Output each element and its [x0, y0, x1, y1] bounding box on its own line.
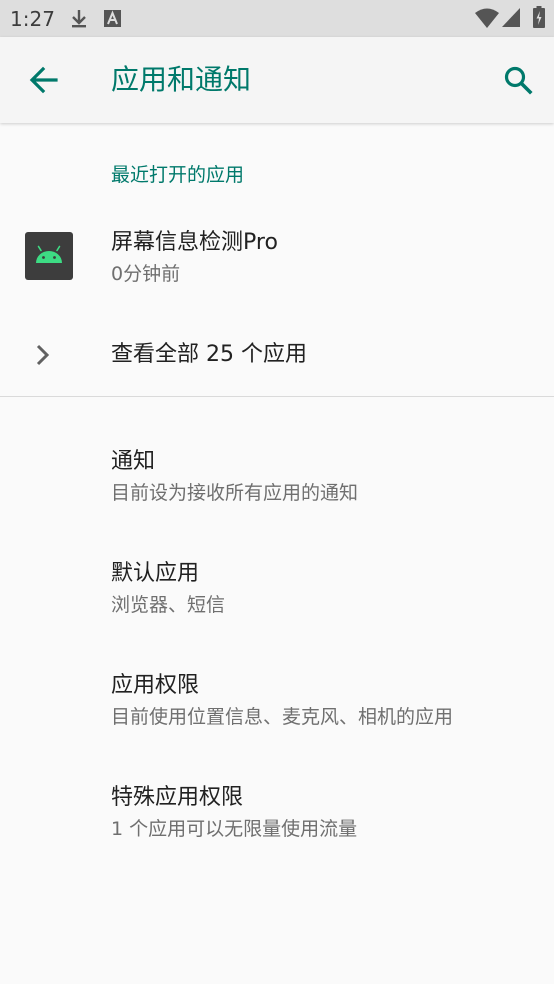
- a-box-icon: [104, 10, 121, 27]
- android-icon: [36, 245, 62, 263]
- settings-item-subtitle: 1 个应用可以无限量使用流量: [111, 818, 358, 840]
- settings-item-default-apps[interactable]: [0, 542, 554, 634]
- status-bar: 1:27: [0, 0, 554, 37]
- settings-item-special-app-access[interactable]: [0, 766, 554, 858]
- search-button[interactable]: [494, 56, 542, 104]
- wifi-icon: [475, 8, 499, 28]
- settings-item-title: 通知: [111, 449, 156, 474]
- battery-icon: [533, 6, 545, 28]
- settings-item-subtitle: 目前设为接收所有应用的通知: [111, 482, 359, 504]
- back-button[interactable]: [20, 56, 68, 104]
- settings-item-app-permissions[interactable]: [0, 654, 554, 746]
- settings-item-title: 应用权限: [111, 673, 200, 698]
- settings-item-title: 默认应用: [111, 561, 200, 586]
- settings-item-notifications[interactable]: [0, 430, 554, 522]
- recent-apps-header: 最近打开的应用: [111, 164, 245, 186]
- see-all-apps-label: 查看全部 25 个应用: [111, 342, 307, 367]
- settings-item-title: 特殊应用权限: [111, 785, 244, 810]
- settings-item-subtitle: 浏览器、短信: [111, 594, 226, 616]
- divider: [0, 396, 554, 397]
- arrow-back-icon: [29, 66, 58, 94]
- recent-app-time: 0分钟前: [111, 263, 181, 285]
- recent-app-name: 屏幕信息检测Pro: [111, 230, 278, 255]
- download-icon: [72, 10, 86, 28]
- chevron-right-icon: [36, 344, 50, 366]
- page-title: 应用和通知: [111, 63, 252, 96]
- app-bar: 应用和通知: [0, 37, 554, 123]
- app-icon: [25, 232, 73, 280]
- status-time: 1:27: [10, 7, 55, 31]
- search-icon: [504, 66, 533, 95]
- signal-icon: [502, 8, 520, 27]
- settings-item-subtitle: 目前使用位置信息、麦克风、相机的应用: [111, 706, 454, 728]
